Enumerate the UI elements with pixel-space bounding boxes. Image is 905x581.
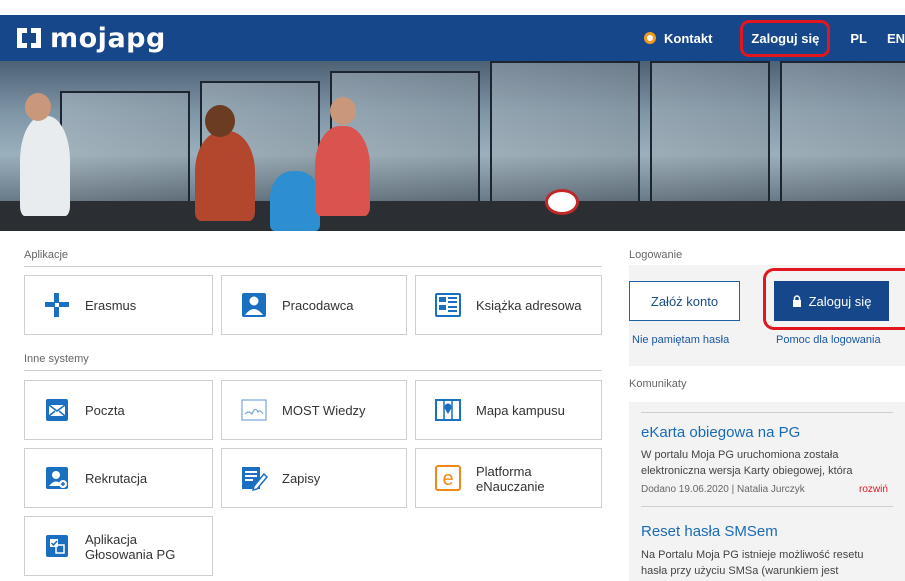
top-strip xyxy=(0,0,905,15)
svg-text:e: e xyxy=(442,468,453,490)
tile-label: Książka adresowa xyxy=(476,297,582,313)
tile-label-line: Platforma xyxy=(476,464,532,479)
tile-recruitment[interactable]: Rekrutacja xyxy=(24,448,213,508)
tile-label: MOST Wiedzy xyxy=(282,402,366,418)
news-body-line: elektroniczna wersja Karty obiegowej, kt… xyxy=(641,465,853,477)
news-item-title[interactable]: Reset hasła SMSem xyxy=(641,523,778,540)
login-button[interactable]: Zaloguj się xyxy=(774,281,889,321)
news-item-title[interactable]: eKarta obiegowa na PG xyxy=(641,424,800,441)
divider xyxy=(641,506,893,507)
person-figure xyxy=(195,131,255,221)
tile-most-wiedzy[interactable]: MOST Wiedzy xyxy=(221,380,407,440)
login-help-link[interactable]: Pomoc dla logowania xyxy=(776,334,881,346)
tile-label: Erasmus xyxy=(85,297,137,313)
contact-link[interactable]: Kontakt xyxy=(644,31,712,46)
contact-label: Kontakt xyxy=(664,30,713,46)
logo[interactable]: mojapg xyxy=(14,22,166,54)
divider xyxy=(641,412,893,413)
tile-elearning[interactable]: e Platforma eNauczanie xyxy=(415,448,602,508)
tile-enrollment[interactable]: Zapisy xyxy=(221,448,407,508)
lang-en-link[interactable]: EN xyxy=(887,31,905,46)
divider xyxy=(24,266,602,267)
logo-text: mojapg xyxy=(50,22,166,54)
login-section-label: Logowanie xyxy=(629,249,683,261)
tile-erasmus[interactable]: Erasmus xyxy=(24,275,213,335)
person-head xyxy=(25,93,51,121)
forgot-password-link[interactable]: Nie pamiętam hasła xyxy=(632,334,729,346)
address-book-icon xyxy=(434,291,462,319)
news-body-line: hasła przy użyciu SMSa (warunkiem jest xyxy=(641,565,839,577)
lang-pl-link[interactable]: PL xyxy=(850,31,867,46)
hero-banner xyxy=(0,61,905,231)
divider xyxy=(24,370,602,371)
site-header: mojapg Kontakt Zaloguj się PL EN xyxy=(0,15,905,61)
top-nav: Kontakt Zaloguj się PL EN xyxy=(644,15,905,61)
tile-label: Mapa kampusu xyxy=(476,402,565,418)
tile-address-book[interactable]: Książka adresowa xyxy=(415,275,602,335)
other-systems-section-label: Inne systemy xyxy=(24,353,89,365)
tile-voting-app[interactable]: Aplikacja Głosowania PG xyxy=(24,516,213,576)
person-figure xyxy=(270,171,320,231)
news-item-body: W portalu Moja PG uruchomiona została el… xyxy=(641,447,901,479)
tile-label-line: Aplikacja xyxy=(85,532,138,547)
recruitment-icon xyxy=(43,464,71,492)
news-body-line: Na Portalu Moja PG istnieje możliwość re… xyxy=(641,549,864,561)
news-item-body: Na Portalu Moja PG istnieje możliwość re… xyxy=(641,547,905,579)
tile-label-line: Głosowania PG xyxy=(85,547,176,562)
campus-map-icon xyxy=(434,396,462,424)
news-section-label: Komunikaty xyxy=(629,378,687,390)
tile-label: Aplikacja Głosowania PG xyxy=(85,532,175,562)
voting-app-icon xyxy=(43,532,71,560)
ground xyxy=(0,201,905,231)
tile-campus-map[interactable]: Mapa kampusu xyxy=(415,380,602,440)
tile-label: Platforma eNauczanie xyxy=(476,464,545,494)
lifebuoy-icon xyxy=(644,32,657,44)
header-login-link[interactable]: Zaloguj się xyxy=(740,19,831,57)
no-smoking-sign xyxy=(545,189,579,215)
news-panel: eKarta obiegowa na PG W portalu Moja PG … xyxy=(629,402,905,581)
enrollment-icon xyxy=(240,464,268,492)
tile-label: Zapisy xyxy=(282,470,321,486)
news-item-expand-link[interactable]: rozwiń xyxy=(859,484,888,495)
apps-section-label: Aplikacje xyxy=(24,249,69,261)
elearning-icon: e xyxy=(434,464,462,492)
news-item-meta: Dodano 19.06.2020 | Natalia Jurczyk xyxy=(641,484,805,495)
tile-employer[interactable]: Pracodawca xyxy=(221,275,407,335)
person-figure xyxy=(315,126,370,216)
employer-icon xyxy=(240,291,268,319)
person-head xyxy=(205,105,235,137)
tile-label-line: eNauczanie xyxy=(476,479,545,494)
mail-icon xyxy=(43,396,71,424)
tile-label: Rekrutacja xyxy=(85,470,148,486)
news-body-line: W portalu Moja PG uruchomiona została xyxy=(641,449,839,461)
person-figure xyxy=(20,116,70,216)
erasmus-icon xyxy=(43,291,71,319)
tile-label: Poczta xyxy=(85,402,125,418)
login-button-label: Zaloguj się xyxy=(808,293,872,309)
lock-icon xyxy=(792,295,802,307)
person-head xyxy=(330,97,356,125)
tile-label: Pracodawca xyxy=(282,297,354,313)
most-wiedzy-icon xyxy=(240,396,268,424)
register-button[interactable]: Załóż konto xyxy=(629,281,740,321)
logo-icon xyxy=(17,28,41,48)
tile-mail[interactable]: Poczta xyxy=(24,380,213,440)
